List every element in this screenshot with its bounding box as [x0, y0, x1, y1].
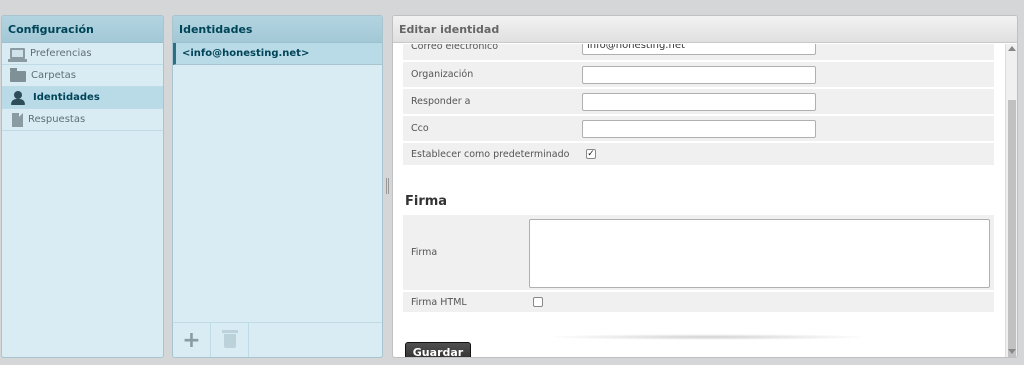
edit-identity-panel: Editar identidad Correo electrónico info…	[392, 15, 1018, 358]
panel-splitter[interactable]	[386, 178, 389, 194]
scroll-thumb[interactable]	[1008, 100, 1016, 357]
default-row: Establecer como predeterminado ✓	[403, 143, 994, 167]
identities-footer: +	[173, 322, 382, 357]
scroll-up-icon[interactable]	[1008, 46, 1016, 51]
delete-identity-button[interactable]	[211, 323, 249, 357]
bcc-row: Cco	[403, 116, 994, 143]
add-identity-button[interactable]: +	[173, 323, 211, 357]
organization-label: Organización	[411, 69, 474, 80]
html-signature-row: Firma HTML	[403, 292, 994, 314]
default-label: Establecer como predeterminado	[411, 148, 570, 160]
scroll-down-icon[interactable]	[1008, 349, 1016, 354]
nav-item-preferencias[interactable]: Preferencias	[2, 43, 163, 65]
html-signature-checkbox[interactable]	[533, 297, 543, 307]
email-field[interactable]: info@honesting.net	[582, 44, 816, 55]
identities-panel: Identidades <info@honesting.net> +	[172, 15, 383, 358]
identities-panel-title: Identidades	[173, 16, 382, 43]
folder-icon	[10, 68, 26, 82]
reply-to-field[interactable]	[582, 93, 816, 111]
save-button[interactable]: Guardar	[405, 342, 471, 357]
nav-item-label: Identidades	[33, 92, 100, 103]
organization-row: Organización	[403, 62, 994, 89]
signature-section-title: Firma	[405, 194, 448, 209]
edit-form: Correo electrónico info@honesting.net Or…	[393, 44, 1005, 357]
email-label: Correo electrónico	[411, 44, 499, 52]
nav-item-respuestas[interactable]: Respuestas	[2, 109, 163, 131]
person-icon	[10, 90, 28, 105]
bcc-field[interactable]	[582, 120, 816, 138]
signature-textarea[interactable]	[529, 219, 990, 288]
html-signature-label: Firma HTML	[411, 296, 467, 308]
divider	[543, 334, 873, 340]
reply-to-row: Responder a	[403, 89, 994, 116]
identity-list-item[interactable]: <info@honesting.net>	[173, 43, 382, 65]
config-panel: Configuración Preferencias Carpetas Iden…	[1, 15, 164, 358]
monitor-icon	[8, 48, 27, 62]
edit-panel-title: Editar identidad	[393, 16, 1017, 43]
bcc-label: Cco	[411, 123, 429, 134]
nav-item-label: Preferencias	[30, 48, 92, 59]
nav-item-carpetas[interactable]: Carpetas	[2, 65, 163, 87]
scrollbar[interactable]	[1005, 44, 1017, 357]
config-panel-title: Configuración	[2, 16, 163, 43]
nav-item-identidades[interactable]: Identidades	[2, 87, 163, 109]
nav-item-label: Respuestas	[28, 114, 86, 125]
default-checkbox[interactable]: ✓	[586, 149, 596, 159]
reply-to-label: Responder a	[411, 96, 471, 107]
organization-field[interactable]	[582, 66, 816, 84]
signature-label: Firma	[411, 247, 438, 258]
nav-item-label: Carpetas	[31, 70, 76, 81]
document-icon	[12, 112, 23, 127]
email-row: Correo electrónico info@honesting.net	[403, 44, 994, 62]
trash-icon	[221, 329, 238, 348]
